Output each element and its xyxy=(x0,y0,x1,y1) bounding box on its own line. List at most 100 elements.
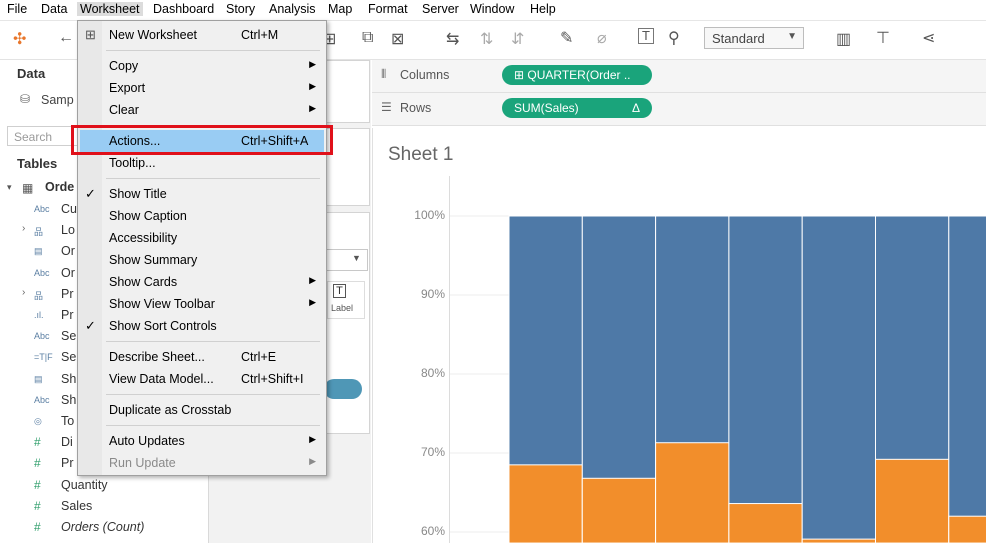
menu-item-label: Auto Updates xyxy=(109,434,185,448)
columns-pill[interactable]: ⊞ QUARTER(Order .. xyxy=(502,65,652,85)
chevron-down-icon: ▼ xyxy=(787,31,797,42)
menu-dashboard[interactable]: Dashboard xyxy=(153,2,214,16)
expand-icon[interactable]: › xyxy=(22,287,25,298)
menu-item-show-cards[interactable]: Show Cards ▶ xyxy=(80,271,324,293)
field-item[interactable]: # Orders (Count) xyxy=(0,518,208,538)
swap-icon[interactable]: ⇆ xyxy=(446,29,459,49)
menu-item-accessibility[interactable]: Accessibility xyxy=(80,227,324,249)
attach-icon[interactable]: ⌀ xyxy=(597,28,607,48)
submenu-arrow-icon: ▶ xyxy=(309,297,316,307)
label-caption: Label xyxy=(331,303,354,313)
menu-story[interactable]: Story xyxy=(226,2,255,16)
geo-icon: ◎ xyxy=(34,416,42,426)
show-me-icon[interactable]: ▥ xyxy=(836,29,851,49)
measure-pill[interactable] xyxy=(324,379,362,399)
bar-segment-orange[interactable] xyxy=(875,458,950,543)
menu-item-show-caption[interactable]: Show Caption xyxy=(80,205,324,227)
field-name: Se xyxy=(61,350,77,365)
duplicate-sheet-icon[interactable]: ⧉ xyxy=(362,29,373,47)
highlight-icon[interactable]: ✎ xyxy=(560,28,573,48)
menu-format[interactable]: Format xyxy=(368,2,408,16)
field-name: Sales xyxy=(61,498,93,513)
bar-segment-blue[interactable] xyxy=(801,215,877,543)
view-mode-value: Standard xyxy=(712,31,765,46)
table-name[interactable]: Orde xyxy=(45,180,74,194)
hierarchy-icon: 品 xyxy=(34,290,44,301)
menu-item-export[interactable]: Export ▶ xyxy=(80,77,324,99)
menu-file[interactable]: File xyxy=(7,2,27,16)
menu-data[interactable]: Data xyxy=(41,2,67,16)
label-icon: T xyxy=(333,284,346,298)
pin-icon[interactable]: ⚲ xyxy=(668,28,680,48)
number-type-icon: # xyxy=(34,520,41,534)
menu-item-describe-sheet[interactable]: Describe Sheet... Ctrl+E xyxy=(80,346,324,368)
expand-icon[interactable]: › xyxy=(22,223,25,234)
field-name: Pr xyxy=(61,456,74,471)
field-name: Di xyxy=(61,435,73,450)
label-mark-button[interactable]: T Label xyxy=(327,281,365,319)
sort-ascending-icon[interactable]: ⇅ xyxy=(480,29,493,49)
menu-item-copy[interactable]: Copy ▶ xyxy=(80,55,324,77)
submenu-arrow-icon: ▶ xyxy=(309,275,316,285)
bar-segment-orange[interactable] xyxy=(655,442,730,543)
text-label-icon[interactable]: T xyxy=(638,28,654,44)
menu-item-duplicate-as-crosstab[interactable]: Duplicate as Crosstab xyxy=(80,399,324,421)
checkmark-icon: ✓ xyxy=(85,318,96,333)
menu-help[interactable]: Help xyxy=(530,2,556,16)
presentation-icon[interactable]: ⊤ xyxy=(876,28,890,48)
field-item[interactable]: # Quantity xyxy=(0,476,208,496)
tableau-logo-icon[interactable]: ✣ xyxy=(13,29,26,49)
rows-shelf[interactable]: ☰ Rows SUM(Sales) Δ xyxy=(372,93,986,126)
worksheet-menu: ⊞ New Worksheet Ctrl+M Copy ▶ Export ▶ Clear ▶ Ac… xyxy=(77,20,327,476)
datasource-name[interactable]: Samp xyxy=(41,93,74,107)
menu-item-label: Show View Toolbar xyxy=(109,297,215,311)
bar-segment-orange[interactable] xyxy=(948,515,986,543)
collapse-icon[interactable]: ▾ xyxy=(7,182,12,193)
menu-item-label: Show Summary xyxy=(109,253,198,267)
menu-analysis[interactable]: Analysis xyxy=(269,2,316,16)
bar-segment-orange[interactable] xyxy=(728,503,803,543)
submenu-arrow-icon: ▶ xyxy=(309,81,316,91)
submenu-arrow-icon: ▶ xyxy=(309,59,316,69)
share-icon[interactable]: ⋖ xyxy=(922,28,935,48)
bar-segment-blue[interactable] xyxy=(948,215,986,543)
clear-sheet-icon[interactable]: ⊠ xyxy=(391,29,404,49)
bar-segment-orange[interactable] xyxy=(801,538,877,543)
menu-item-label: Show Caption xyxy=(109,209,187,223)
tables-title: Tables xyxy=(17,156,58,171)
bar-segment-orange[interactable] xyxy=(508,464,583,543)
field-name: To xyxy=(61,414,75,428)
sort-descending-icon[interactable]: ⇵ xyxy=(511,29,524,49)
menu-item-clear[interactable]: Clear ▶ xyxy=(80,99,324,121)
chart-plot-area[interactable] xyxy=(449,176,986,543)
menu-item-show-summary[interactable]: Show Summary xyxy=(80,249,324,271)
menu-item-new-worksheet[interactable]: ⊞ New Worksheet Ctrl+M xyxy=(80,24,324,46)
chevron-down-icon: ▼ xyxy=(352,253,361,263)
menu-item-show-sort-controls[interactable]: ✓ Show Sort Controls xyxy=(80,315,324,337)
menu-item-view-data-model[interactable]: View Data Model... Ctrl+Shift+I xyxy=(80,368,324,390)
menu-item-label: New Worksheet xyxy=(109,28,197,42)
field-name: Or xyxy=(61,265,75,280)
date-type-icon: ▤ xyxy=(34,246,43,257)
mark-type-select[interactable]: ▼ xyxy=(324,249,368,271)
menu-item-auto-updates[interactable]: Auto Updates ▶ xyxy=(80,430,324,452)
menu-item-tooltip[interactable]: Tooltip... xyxy=(80,152,324,174)
menu-window[interactable]: Window xyxy=(470,2,514,16)
rows-pill[interactable]: SUM(Sales) Δ xyxy=(502,98,652,118)
menu-map[interactable]: Map xyxy=(328,2,352,16)
menu-worksheet[interactable]: Worksheet xyxy=(77,2,143,16)
highlight-annotation-box xyxy=(71,125,333,155)
menubar: File Data Worksheet Dashboard Story Anal… xyxy=(0,0,986,21)
menu-item-show-view-toolbar[interactable]: Show View Toolbar ▶ xyxy=(80,293,324,315)
bar-segment-blue[interactable] xyxy=(728,215,803,543)
columns-shelf[interactable]: ⦀ Columns ⊞ QUARTER(Order .. xyxy=(372,60,986,93)
bar-segment-orange[interactable] xyxy=(581,477,657,543)
menu-item-show-title[interactable]: ✓ Show Title xyxy=(80,183,324,205)
sheet-title[interactable]: Sheet 1 xyxy=(388,144,454,166)
view-mode-select[interactable]: Standard ▼ xyxy=(704,27,804,49)
menu-server[interactable]: Server xyxy=(422,2,459,16)
back-icon[interactable]: ← xyxy=(58,29,74,47)
date-type-icon: ▤ xyxy=(34,373,43,384)
table-calc-delta-icon: Δ xyxy=(631,101,640,115)
field-item[interactable]: # Sales xyxy=(0,497,208,517)
